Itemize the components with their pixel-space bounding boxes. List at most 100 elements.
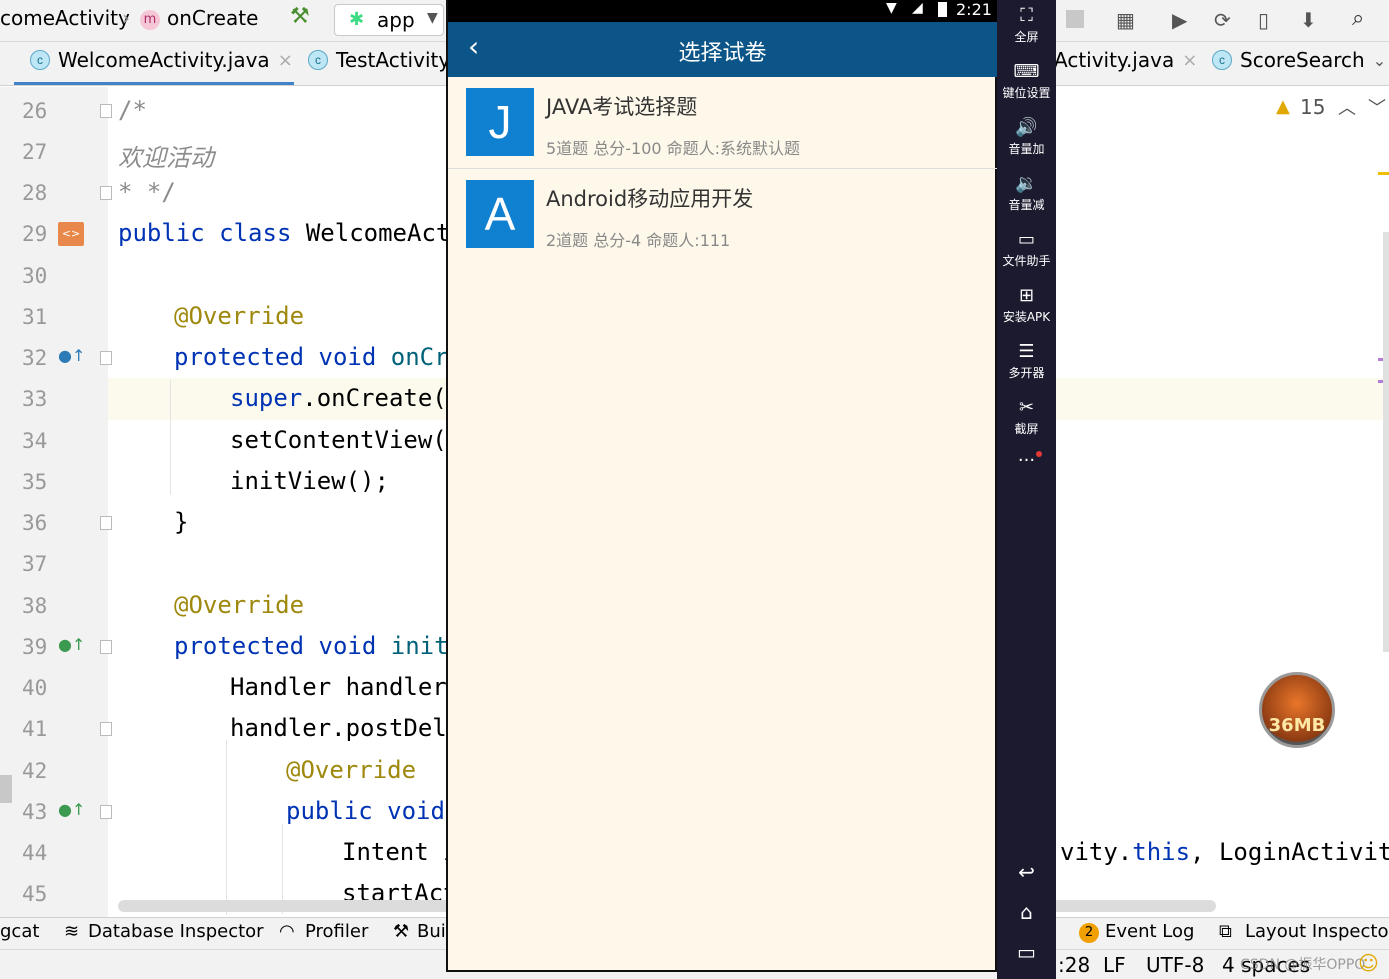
close-icon[interactable]: × (1182, 50, 1197, 71)
warning-icon[interactable]: ▲ (1276, 96, 1290, 117)
indent-guide (226, 740, 227, 915)
vertical-scrollbar[interactable] (1383, 232, 1389, 652)
chevron-up-icon[interactable]: ︿ (1338, 94, 1356, 120)
implement-method-icon[interactable]: ●↑ (58, 635, 85, 654)
code-line-class-decl: public class WelcomeActi (118, 219, 465, 247)
exam-title: Android移动应用开发 (546, 187, 754, 211)
volume-down-button[interactable]: 🔉 音量减 (997, 174, 1056, 213)
tool-logcat[interactable]: gcat (0, 921, 39, 942)
tab-welcome-activity[interactable]: c WelcomeActivity.java × (30, 48, 293, 72)
tool-build[interactable]: Bui (417, 921, 446, 942)
caret-position[interactable]: :28 (1058, 953, 1090, 977)
fold-marker[interactable] (100, 186, 112, 200)
code-line: setContentView(R (230, 426, 462, 454)
fold-marker[interactable] (100, 640, 112, 654)
button-label: 截屏 (1014, 422, 1039, 436)
code-annotation: @Override (286, 756, 417, 784)
keymap-button[interactable]: ⌨ 键位设置 (997, 62, 1056, 101)
android-icon: ✱ (349, 9, 365, 30)
code-keyword: public class (118, 219, 306, 247)
volume-up-button[interactable]: 🔊 音量加 (997, 118, 1056, 157)
chevron-down-icon[interactable]: ﹀ (1368, 94, 1386, 120)
override-method-icon[interactable]: ●↑ (58, 346, 85, 365)
volume-up-icon: 🔊 (1015, 117, 1038, 138)
fold-marker[interactable] (100, 104, 112, 118)
watermark: CSDN @振华OPPO (1240, 957, 1366, 973)
sdk-manager-icon[interactable]: ⬇ (1300, 8, 1317, 32)
fold-marker[interactable] (100, 805, 112, 819)
code-keyword: public void (286, 797, 445, 825)
file-encoding[interactable]: UTF-8 (1146, 953, 1204, 977)
code-annotation: @Override (174, 591, 305, 619)
line-number: 27 (22, 140, 48, 164)
code-comment: /* (118, 96, 147, 124)
build-hammer-icon[interactable]: ⚒ (290, 4, 310, 29)
line-number: 39 (22, 635, 48, 659)
database-icon: ≋ (64, 921, 80, 942)
line-number: 31 (22, 305, 48, 329)
fullscreen-button[interactable]: ⛶ 全屏 (997, 6, 1056, 45)
run-config-select[interactable]: ✱ app ▼ (334, 4, 444, 36)
stop-icon[interactable] (1066, 10, 1084, 28)
breadcrumb-method[interactable]: onCreate (167, 6, 258, 30)
code-keyword: protected void (174, 343, 391, 371)
volume-down-icon: 🔉 (1015, 173, 1038, 194)
file-helper-button[interactable]: ▭ 文件助手 (997, 230, 1056, 269)
line-separator[interactable]: LF (1103, 953, 1126, 977)
code-identifier: WelcomeActi (305, 219, 465, 247)
event-count-badge: 2 (1079, 923, 1099, 943)
close-icon[interactable]: × (278, 50, 293, 71)
fullscreen-icon: ⛶ (1020, 5, 1033, 26)
battery-icon (938, 2, 947, 17)
wifi-icon: ▼ (886, 0, 897, 16)
button-label: 音量减 (1008, 198, 1045, 212)
code-keyword: super (230, 384, 303, 412)
chevron-down-icon: ▼ (427, 10, 438, 26)
scissors-icon: ✂ (1018, 397, 1035, 418)
tab-test-activity[interactable]: c TestActivity (308, 48, 450, 72)
tool-profiler[interactable]: Profiler (305, 921, 368, 942)
line-number: 35 (22, 470, 48, 494)
line-number: 37 (22, 552, 48, 576)
back-button[interactable]: ↩ (997, 860, 1056, 884)
line-number: 28 (22, 181, 48, 205)
implement-method-icon[interactable]: ●↑ (58, 800, 85, 819)
editor-gutter (0, 87, 108, 917)
emulator-sidebar: ⛶ 全屏 ⌨ 键位设置 🔊 音量加 🔉 音量减 ▭ 文件助手 ⊞ 安装APK ☰ 多开器 ✂ 截… (997, 0, 1056, 979)
home-button[interactable]: ⌂ (997, 900, 1056, 924)
fold-marker[interactable] (100, 351, 112, 365)
tool-database-inspector[interactable]: Database Inspector (88, 921, 264, 942)
recents-button[interactable]: ▭ (997, 940, 1056, 964)
file-icon: ▭ (1017, 229, 1035, 250)
chevron-down-icon[interactable]: ⌄ (1373, 51, 1386, 70)
tab-activity-java[interactable]: Activity.java × (1054, 48, 1197, 72)
list-item[interactable]: J JAVA考试选择题 5道题 总分-100 命题人:系统默认题 (448, 77, 997, 169)
breadcrumb-class[interactable]: comeActivity (0, 6, 130, 30)
tool-layout-inspector[interactable]: Layout Inspector (1245, 921, 1389, 942)
fold-marker[interactable] (100, 722, 112, 736)
phone-screen: ▼ ◢ 2:21 ‹ 选择试卷 J JAVA考试选择题 5道题 总分-100 命… (446, 0, 997, 972)
smiley-icon[interactable]: ☺ (1358, 951, 1379, 975)
fold-marker[interactable] (100, 516, 112, 530)
project-structure-icon[interactable]: ▦ (1116, 8, 1135, 32)
tab-score-search[interactable]: c ScoreSearch ⌄ (1212, 48, 1386, 72)
layout-preview-icon[interactable]: <> (58, 222, 84, 246)
device-manager-icon[interactable]: ▯ (1258, 8, 1269, 32)
code-identifier: vity. (1060, 838, 1133, 866)
screenshot-button[interactable]: ✂ 截屏 (997, 398, 1056, 437)
line-number: 26 (22, 99, 48, 123)
avd-manager-icon[interactable]: ▶ (1172, 8, 1187, 32)
memory-widget[interactable]: 36MB (1259, 672, 1335, 748)
list-item[interactable]: A Android移动应用开发 2道题 总分-4 命题人:111 (448, 169, 997, 261)
tool-event-log[interactable]: Event Log (1105, 921, 1194, 942)
code-identifier: .onCreate(s (302, 384, 462, 412)
recents-icon: ▭ (1017, 940, 1036, 964)
code-line-right: vity.this, LoginActivity (1060, 838, 1389, 866)
sync-icon[interactable]: ⟳ (1214, 8, 1231, 32)
multi-instance-button[interactable]: ☰ 多开器 (997, 342, 1056, 381)
tab-label: WelcomeActivity.java (58, 48, 270, 72)
more-button[interactable]: ··· (997, 450, 1056, 471)
search-icon[interactable]: ⌕ (1352, 6, 1364, 31)
button-label: 音量加 (1008, 142, 1045, 156)
install-apk-button[interactable]: ⊞ 安装APK (997, 286, 1056, 325)
